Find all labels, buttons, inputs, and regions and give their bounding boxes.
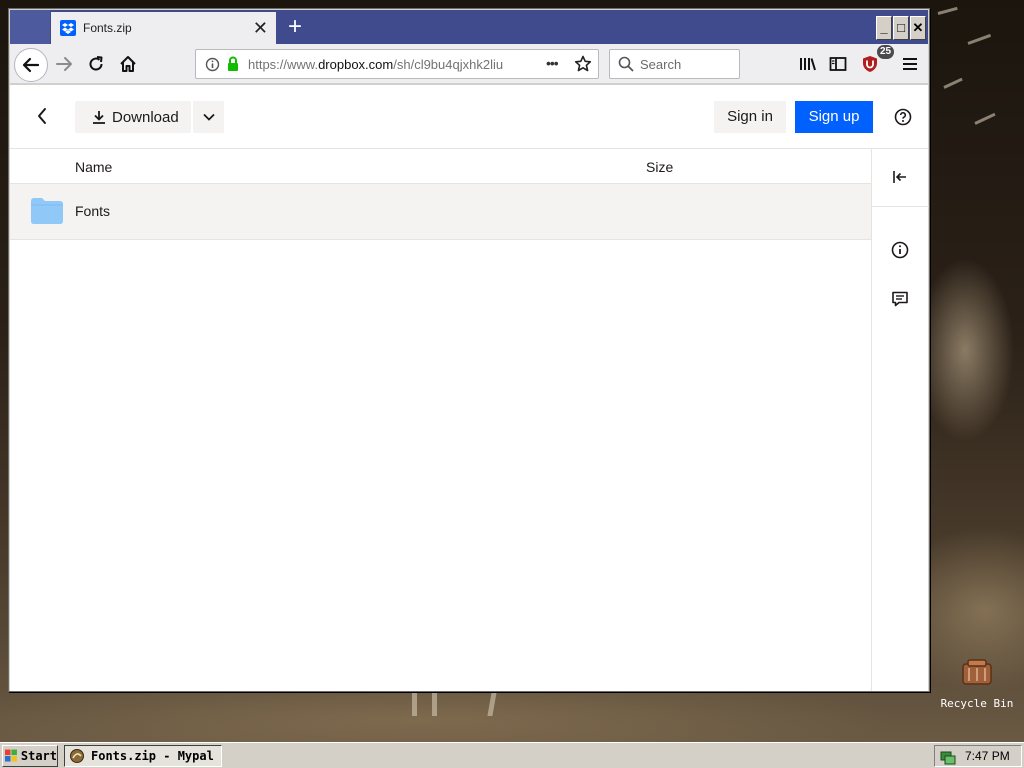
- mypal-app-icon: [70, 749, 84, 763]
- browser-window: Fonts.zip ✕ + _ □ ✕ https://www.dropbox.: [8, 8, 930, 692]
- tab-close-icon[interactable]: ✕: [253, 18, 268, 38]
- chevron-down-icon: [202, 113, 215, 121]
- forward-button[interactable]: [50, 50, 78, 78]
- comments-icon[interactable]: [891, 290, 909, 313]
- info-panel-icon[interactable]: [891, 241, 909, 264]
- sign-up-button[interactable]: Sign up: [795, 101, 873, 133]
- tab-fonts-zip[interactable]: Fonts.zip ✕: [51, 12, 276, 44]
- download-label: Download: [112, 108, 179, 126]
- taskbar-item-mypal[interactable]: Fonts.zip - Mypal: [64, 745, 222, 767]
- sidebar-toggle-button[interactable]: [824, 50, 852, 78]
- lock-icon: [226, 56, 240, 77]
- wallpaper-light-streak: [937, 6, 958, 15]
- nav-toolbar: https://www.dropbox.com/sh/cl9bu4qjxhk2l…: [10, 44, 928, 84]
- dropbox-header: Download Sign in Sign up: [10, 85, 928, 149]
- list-item-fonts-folder[interactable]: Fonts: [10, 184, 871, 240]
- collapse-panel-icon[interactable]: [892, 169, 908, 190]
- reload-button[interactable]: [82, 50, 110, 78]
- library-button[interactable]: [794, 50, 822, 78]
- url-text: https://www.dropbox.com/sh/cl9bu4qjxhk2l…: [248, 57, 510, 72]
- side-rail: [871, 149, 929, 691]
- wallpaper-light-streak: [967, 33, 992, 45]
- taskbar: Start Fonts.zip - Mypal 7:47 PM: [0, 742, 1024, 768]
- column-name-header[interactable]: Name: [75, 159, 112, 175]
- url-path: /sh/cl9bu4qjxhk2liu: [393, 57, 504, 72]
- sign-in-button[interactable]: Sign in: [714, 101, 786, 133]
- file-list-header: Name Size: [10, 149, 871, 184]
- close-window-button[interactable]: ✕: [910, 16, 926, 40]
- start-label: Start: [20, 749, 57, 763]
- url-host: dropbox.com: [318, 57, 394, 72]
- minimize-button[interactable]: _: [876, 16, 892, 40]
- home-icon: [120, 56, 136, 72]
- new-tab-button[interactable]: +: [282, 14, 308, 40]
- menu-button[interactable]: [896, 50, 924, 78]
- arrow-left-icon: [22, 57, 40, 73]
- search-input[interactable]: Search: [609, 49, 740, 79]
- tab-strip-spacer: [10, 10, 50, 44]
- bookmark-star-icon[interactable]: [574, 55, 592, 78]
- page-actions-icon[interactable]: •••: [546, 55, 559, 71]
- info-icon[interactable]: [205, 57, 220, 77]
- ublock-count-badge: 25: [877, 45, 895, 59]
- arrow-right-icon: [56, 57, 72, 71]
- reload-icon: [89, 56, 103, 71]
- taskbar-item-label: Fonts.zip - Mypal: [91, 749, 214, 763]
- back-button[interactable]: [14, 48, 48, 82]
- url-prefix: https://www.: [248, 57, 319, 72]
- wallpaper-light-streak: [943, 77, 963, 89]
- search-icon: [618, 56, 634, 77]
- recycle-bin-icon: [962, 659, 992, 685]
- side-rail-divider: [872, 206, 929, 207]
- dropbox-favicon-icon: [60, 20, 76, 36]
- back-chevron-icon[interactable]: [36, 107, 48, 130]
- system-tray: 7:47 PM: [934, 745, 1022, 767]
- tab-title: Fonts.zip: [83, 21, 132, 35]
- sidebar-icon: [829, 57, 847, 71]
- clock: 7:47 PM: [965, 749, 1010, 763]
- home-button[interactable]: [114, 50, 142, 78]
- maximize-button[interactable]: □: [893, 16, 909, 40]
- download-button[interactable]: Download: [75, 101, 191, 133]
- url-bar[interactable]: https://www.dropbox.com/sh/cl9bu4qjxhk2l…: [195, 49, 599, 79]
- tab-strip: Fonts.zip ✕ + _ □ ✕: [10, 10, 928, 44]
- recycle-bin-label: Recycle Bin: [940, 697, 1014, 710]
- list-item-name: Fonts: [75, 203, 111, 219]
- folder-icon: [31, 198, 63, 229]
- help-icon[interactable]: [894, 108, 912, 131]
- library-icon: [800, 58, 816, 71]
- download-options-button[interactable]: [193, 101, 224, 133]
- column-size-header[interactable]: Size: [646, 159, 673, 175]
- page-content: Download Sign in Sign up Name Size Fonts: [10, 85, 929, 691]
- windows-logo-icon: [5, 749, 17, 762]
- network-tray-icon[interactable]: [940, 749, 956, 768]
- ublock-shield-icon: [863, 56, 877, 72]
- start-button[interactable]: Start: [2, 745, 58, 767]
- hamburger-menu-icon: [903, 58, 917, 70]
- recycle-bin[interactable]: Recycle Bin: [940, 656, 1014, 710]
- download-icon: [93, 111, 105, 124]
- wallpaper-light-streak: [974, 112, 996, 125]
- search-placeholder: Search: [640, 57, 682, 72]
